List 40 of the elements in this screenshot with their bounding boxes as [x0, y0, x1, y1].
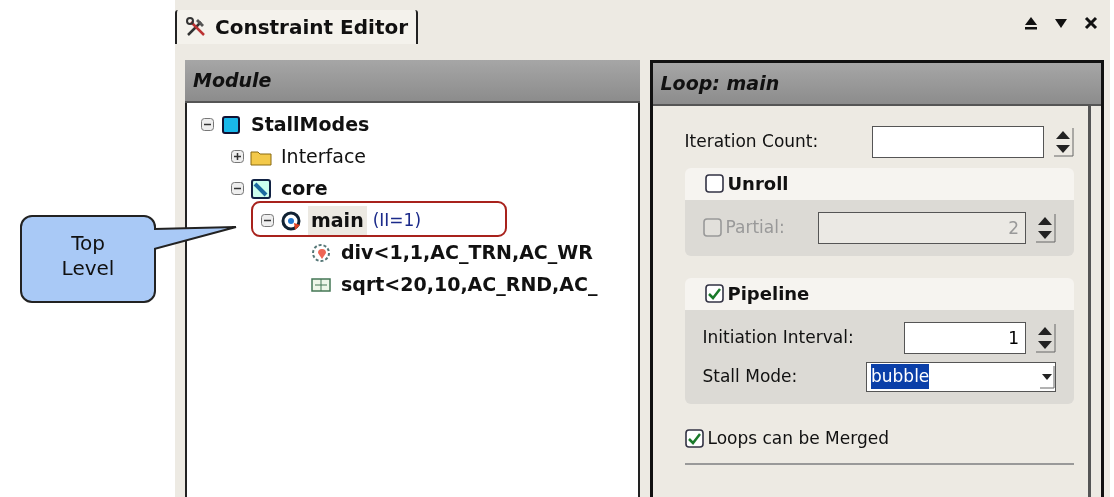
spinner-icon[interactable] — [1052, 126, 1074, 157]
tree-item[interactable]: sqrt<20,10,AC_RND,AC_ — [338, 270, 601, 299]
group-label: Unroll — [727, 172, 789, 196]
tree-item[interactable]: Interface — [278, 142, 370, 171]
checkbox-label: Partial: — [725, 215, 785, 239]
group-label: Pipeline — [727, 282, 810, 306]
editor-tab[interactable]: Constraint Editor — [175, 10, 419, 44]
tools-icon — [185, 16, 207, 38]
spinner-icon[interactable] — [1034, 322, 1056, 353]
checkbox[interactable] — [704, 284, 724, 303]
checkbox[interactable] — [704, 174, 724, 193]
tree-item[interactable]: div<1,1,AC_TRN,AC_WR — [338, 238, 596, 267]
gear-icon — [310, 241, 332, 264]
initiation-interval-note: (II=1) — [372, 208, 422, 232]
tree-item[interactable]: core — [278, 174, 331, 203]
panel-header: Module — [185, 60, 640, 103]
number-field: 2 — [818, 211, 1026, 244]
eject-icon — [1024, 15, 1038, 30]
field-label: Stall Mode: — [702, 364, 798, 388]
checkbox[interactable] — [684, 428, 704, 448]
tree-item[interactable]: StallModes — [248, 110, 373, 139]
panel-header: Loop: main — [652, 63, 1101, 106]
close-icon — [1084, 15, 1098, 30]
field-label: Iteration Count: — [684, 129, 819, 153]
collapse-icon[interactable] — [261, 214, 274, 227]
tree-item[interactable]: main — [308, 206, 367, 235]
number-field[interactable] — [872, 125, 1044, 158]
module-icon — [220, 113, 242, 136]
core-icon — [250, 177, 272, 200]
spinner-icon[interactable] — [1034, 212, 1056, 243]
stall-mode-dropdown[interactable]: bubble — [866, 361, 1056, 392]
collapse-icon[interactable] — [231, 182, 244, 195]
collapse-icon[interactable] — [201, 118, 214, 131]
loop-icon — [280, 209, 302, 232]
checkbox-label: Loops can be Merged — [707, 426, 889, 450]
number-field[interactable]: 1 — [904, 321, 1026, 354]
field-label: Initiation Interval: — [702, 325, 854, 349]
expand-icon[interactable] — [231, 150, 244, 163]
caret-icon — [1039, 364, 1055, 389]
callout-bubble: Top Level — [20, 215, 156, 303]
